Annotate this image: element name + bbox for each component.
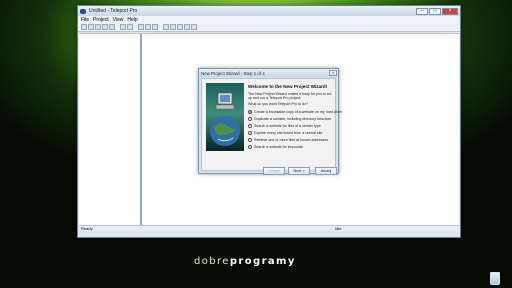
list-view-icon[interactable] — [170, 24, 176, 30]
dialog-title: New Project Wizard - Step 1 of 4 — [201, 70, 265, 76]
wizard-illustration-icon — [206, 83, 244, 151]
option-label: Retrieve one or more files at known addr… — [254, 138, 329, 142]
pause-icon[interactable] — [145, 24, 151, 30]
menu-bar: File Project View Help — [78, 16, 460, 23]
folder-icon[interactable] — [120, 24, 126, 30]
option-label: Explore every site linked from a central… — [254, 131, 323, 135]
option-duplicate-site[interactable]: Duplicate a website, including directory… — [248, 117, 331, 121]
option-explore-linked[interactable]: Explore every site linked from a central… — [248, 131, 323, 135]
recycle-bin-icon[interactable] — [490, 272, 500, 285]
large-icons-icon[interactable] — [163, 24, 169, 30]
brand-logo: dobreprogramy — [194, 256, 296, 267]
radio[interactable] — [248, 145, 252, 149]
cancel-button[interactable]: Anuluj — [315, 167, 337, 175]
radio[interactable] — [248, 131, 252, 135]
minimize-button[interactable]: – — [416, 7, 428, 15]
dialog-close-button[interactable]: × — [329, 70, 337, 76]
toolbar-separator — [159, 24, 162, 30]
close-button[interactable]: × — [442, 7, 458, 15]
project-tree-pane[interactable] — [79, 34, 142, 231]
new-icon[interactable] — [81, 24, 87, 30]
menu-project[interactable]: Project — [93, 17, 109, 23]
status-ready: Ready — [81, 226, 93, 231]
maximize-button[interactable]: □ — [429, 7, 441, 15]
title-bar[interactable]: Untitled - Teleport Pro – □ × — [78, 6, 460, 16]
window-title: Untitled - Teleport Pro — [89, 8, 138, 14]
stop-icon[interactable] — [152, 24, 158, 30]
dialog-heading: Welcome to the New Project Wizard! — [248, 84, 328, 89]
option-browsable-copy[interactable]: Create a browsable copy of a website on … — [248, 110, 342, 114]
dialog-question: What do you want Teleport Pro to do? — [248, 102, 309, 106]
start-icon[interactable] — [138, 24, 144, 30]
option-label: Search a website for files of a certain … — [254, 124, 321, 128]
toolbar-separator — [134, 24, 137, 30]
menu-view[interactable]: View — [113, 17, 124, 23]
toolbar-separator — [116, 24, 119, 30]
radio[interactable] — [248, 138, 252, 142]
menu-help[interactable]: Help — [127, 17, 137, 23]
next-button[interactable]: Next > — [288, 167, 310, 175]
edit-icon[interactable] — [127, 24, 133, 30]
status-idle: Idle — [335, 226, 342, 231]
brand-bold: programy — [229, 256, 296, 267]
option-retrieve-files[interactable]: Retrieve one or more files at known addr… — [248, 138, 328, 142]
app-icon — [80, 8, 86, 14]
option-search-files[interactable]: Search a website for files of a certain … — [248, 124, 321, 128]
radio[interactable] — [248, 124, 252, 128]
option-label: Duplicate a website, including directory… — [254, 117, 332, 121]
open-icon[interactable] — [88, 24, 94, 30]
radio-selected[interactable] — [248, 110, 252, 114]
properties-icon[interactable] — [109, 24, 115, 30]
dialog-intro: The New Project Wizard makes it easy for… — [248, 92, 332, 101]
help-icon[interactable] — [191, 24, 197, 30]
save-as-icon[interactable] — [102, 24, 108, 30]
option-label: Search a website for keywords — [254, 145, 303, 149]
toolbar — [78, 23, 460, 32]
tree-view-icon[interactable] — [184, 24, 190, 30]
new-project-wizard-dialog: New Project Wizard - Step 1 of 4 × Welco… — [198, 68, 342, 175]
details-view-icon[interactable] — [177, 24, 183, 30]
dialog-body: Welcome to the New Project Wizard! The N… — [201, 78, 342, 175]
save-icon[interactable] — [95, 24, 101, 30]
brand-light: dobre — [194, 256, 230, 267]
dialog-title-bar[interactable]: New Project Wizard - Step 1 of 4 × — [199, 69, 338, 77]
status-bar: Ready Idle — [79, 225, 459, 231]
menu-file[interactable]: File — [81, 17, 89, 23]
radio[interactable] — [248, 117, 252, 121]
window-controls: – □ × — [416, 7, 458, 15]
option-label: Create a browsable copy of a website on … — [254, 110, 342, 114]
back-button[interactable]: < Back — [263, 167, 285, 175]
option-search-keywords[interactable]: Search a website for keywords — [248, 145, 303, 149]
